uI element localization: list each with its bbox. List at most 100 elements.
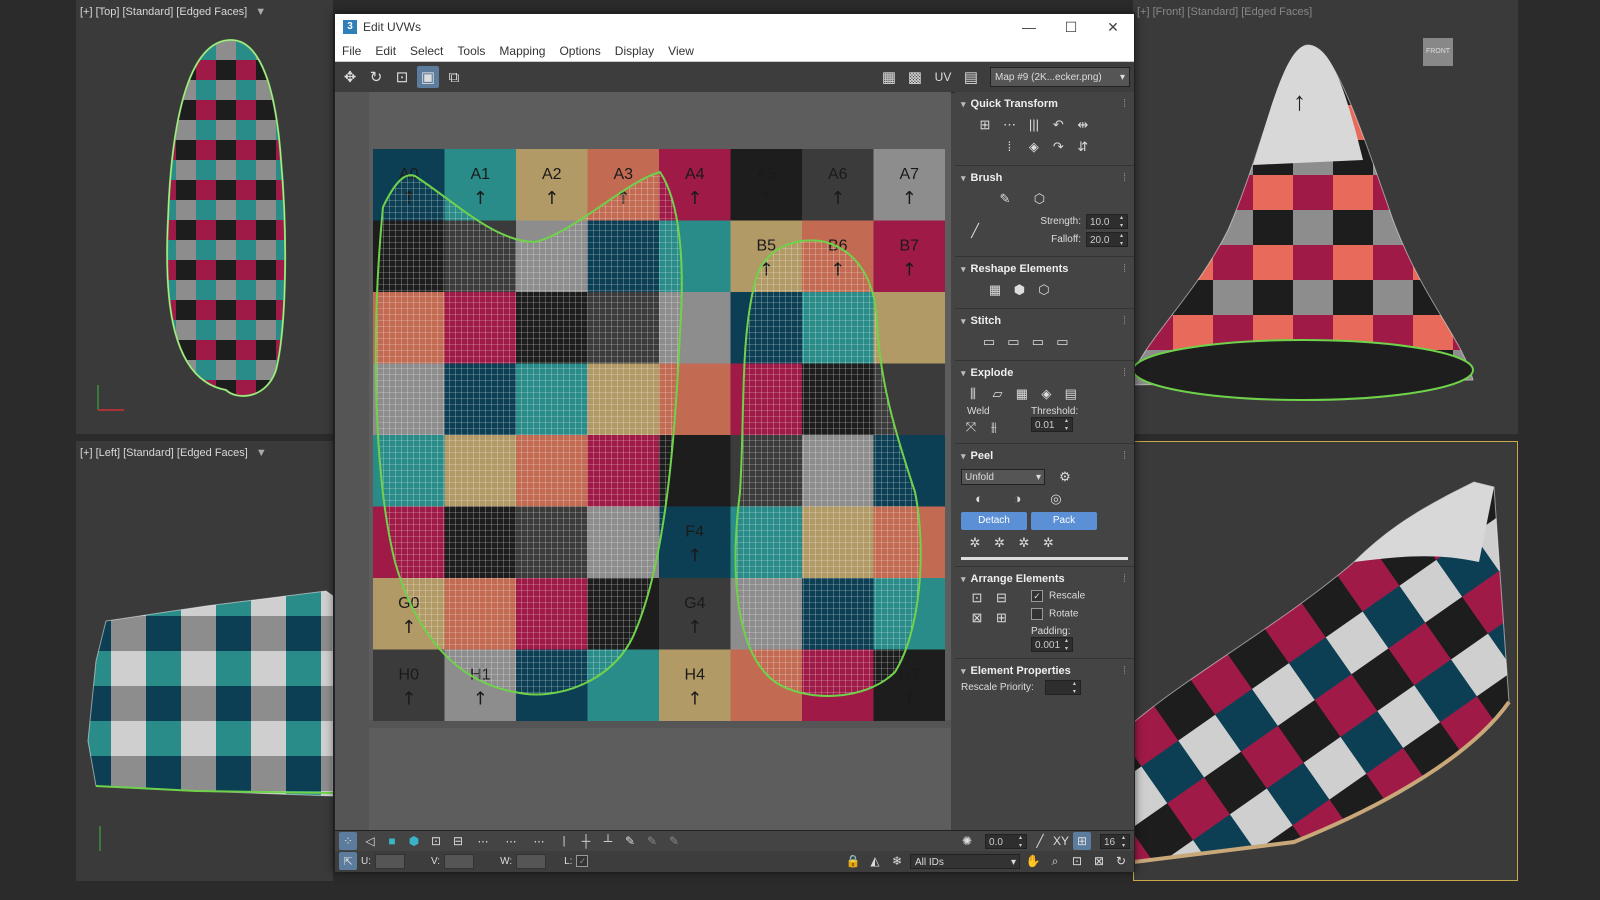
grid-snap-icon[interactable]: ⊞ (1073, 832, 1091, 850)
menu-options[interactable]: Options (552, 44, 607, 58)
menu-display[interactable]: Display (608, 44, 661, 58)
paint-add-icon[interactable]: ✎ (643, 832, 661, 850)
material-id-select[interactable]: All IDs (910, 853, 1020, 870)
ring-icon[interactable]: ⋯ (499, 832, 523, 850)
align-horizontal-icon[interactable]: ⋯ (999, 115, 1019, 135)
space-vertical-icon[interactable]: ⇵ (1073, 137, 1093, 157)
element-mode-icon[interactable]: ⬢ (405, 832, 423, 850)
peel-mode-icon[interactable]: ◑ (1007, 489, 1027, 509)
grid-spinner[interactable]: 16 (1100, 833, 1130, 850)
slash-icon[interactable]: ╱ (1031, 832, 1049, 850)
pack-normalize-icon[interactable]: ⊠ (967, 608, 987, 628)
rollout-title[interactable]: Element Properties (961, 662, 1128, 680)
rollout-title[interactable]: Stitch (961, 312, 1128, 330)
scale-icon[interactable]: ⊡ (391, 66, 413, 88)
rotate-checkbox[interactable] (1031, 608, 1043, 620)
split-icon[interactable]: | (555, 832, 573, 850)
align-vertical-icon[interactable]: ||| (1024, 115, 1044, 135)
falloff-spinner[interactable]: 20.0 (1086, 232, 1128, 248)
checker-grid-icon[interactable]: ▦ (878, 66, 900, 88)
angle-spinner[interactable]: 0.0 (984, 833, 1027, 850)
rollout-title[interactable]: Reshape Elements (961, 260, 1128, 278)
straighten-selection-icon[interactable]: ▦ (985, 280, 1005, 300)
align-center-icon[interactable]: ⁞ (999, 137, 1019, 157)
brush-stroke-icon[interactable]: ╱ (965, 221, 985, 241)
align-y-icon[interactable]: ┴ (599, 832, 617, 850)
relax-options-icon[interactable]: ⬡ (1034, 280, 1054, 300)
rollout-title[interactable]: Arrange Elements (961, 570, 1128, 588)
checker-display-icon[interactable]: ▩ (904, 66, 926, 88)
paint-remove-icon[interactable]: ✎ (665, 832, 683, 850)
hide-icon[interactable]: ◭ (866, 852, 884, 870)
menu-select[interactable]: Select (403, 44, 450, 58)
u-field[interactable] (375, 853, 405, 869)
stitch-source-icon[interactable]: ▭ (1003, 332, 1023, 352)
rotate-cw-icon[interactable]: ↷ (1048, 137, 1068, 157)
relax-icon[interactable]: ⬢ (1009, 280, 1029, 300)
window-titlebar[interactable]: 3 Edit UVWs — ☐ ✕ (335, 14, 1134, 40)
rescale-priority-spinner[interactable] (1044, 680, 1081, 696)
reset-peel-icon[interactable]: ◎ (1046, 489, 1066, 509)
stitch-target-icon[interactable]: ▭ (1052, 332, 1072, 352)
stitch-custom-icon[interactable]: ▭ (979, 332, 999, 352)
menu-mapping[interactable]: Mapping (492, 44, 552, 58)
l-checkbox[interactable]: ✓ (576, 855, 589, 867)
move-icon[interactable]: ✥ (339, 66, 361, 88)
rescale-checkbox[interactable]: ✓ (1031, 590, 1043, 602)
close-icon[interactable]: ✕ (1092, 19, 1134, 36)
rollout-title[interactable]: Explode (961, 364, 1128, 382)
xy-toggle[interactable]: XY (1053, 834, 1069, 848)
menu-tools[interactable]: Tools (450, 44, 492, 58)
weld-selected-icon[interactable]: ⤧ (961, 417, 981, 437)
uv-shell-upper[interactable] (374, 170, 683, 696)
straighten-icon[interactable]: ◈ (1024, 137, 1044, 157)
texture-icon[interactable]: ▤ (960, 66, 982, 88)
face-mode-icon[interactable]: ■ (383, 832, 401, 850)
pack-button[interactable]: Pack (1031, 512, 1097, 530)
select-pinned-icon[interactable]: ✲ (1038, 533, 1058, 553)
map-select[interactable]: Map #9 (2K...ecker.png) (990, 67, 1130, 88)
flatten-by-material-icon[interactable]: ◈ (1036, 384, 1056, 404)
rotate-ccw-icon[interactable]: ↶ (1048, 115, 1068, 135)
rollout-title[interactable]: Quick Transform (961, 95, 1128, 113)
pack-custom-icon[interactable]: ⊡ (967, 588, 987, 608)
viewport-perspective[interactable] (1133, 441, 1518, 881)
quick-peel-icon[interactable]: ◐ (969, 489, 989, 509)
unfold-select[interactable]: Unfold (961, 469, 1045, 486)
brush-relax-icon[interactable]: ⬡ (1029, 189, 1049, 209)
brush-paint-icon[interactable]: ✎ (995, 189, 1015, 209)
zoom-extents-icon[interactable]: ⊠ (1090, 852, 1108, 870)
flatten-custom-icon[interactable]: ▤ (1061, 384, 1081, 404)
space-horizontal-icon[interactable]: ⇹ (1073, 115, 1093, 135)
paint-select-icon[interactable]: ✎ (621, 832, 639, 850)
edge-mode-icon[interactable]: ◁ (361, 832, 379, 850)
rotate-icon[interactable]: ↻ (365, 66, 387, 88)
edge-select-icon[interactable]: ⋯ (527, 832, 551, 850)
pack-together-icon[interactable]: ⊟ (991, 588, 1011, 608)
rescale-elements-icon[interactable]: ⊞ (991, 608, 1011, 628)
vertex-mode-icon[interactable]: ⁘ (339, 832, 357, 850)
menu-edit[interactable]: Edit (368, 44, 403, 58)
uv-canvas[interactable]: A0↑A1↑A2↑A3↑A4↑A5↑A6↑A7↑B5↑B6↑B7↑F4↑G0↑G… (335, 92, 951, 830)
w-field[interactable] (516, 853, 547, 869)
loop-icon[interactable]: ⋯ (471, 832, 495, 850)
weld-target-icon[interactable]: ⫵ (984, 417, 1004, 437)
snap-icon[interactable]: ↻ (1112, 852, 1130, 870)
soft-selection-icon[interactable]: ✺ (958, 832, 976, 850)
threshold-spinner[interactable]: 0.01 (1031, 417, 1073, 433)
flatten-by-smoothing-icon[interactable]: ▦ (1012, 384, 1032, 404)
padding-spinner[interactable]: 0.001 (1031, 637, 1073, 653)
minimize-icon[interactable]: — (1008, 19, 1050, 36)
pin-icon[interactable]: ✲ (965, 533, 985, 553)
detach-button[interactable]: Detach (961, 512, 1027, 530)
pivot-icon[interactable]: ⊞ (975, 115, 995, 135)
align-x-icon[interactable]: ┼ (577, 832, 595, 850)
absolute-mode-icon[interactable]: ⇱ (339, 852, 357, 870)
menu-view[interactable]: View (661, 44, 701, 58)
grow-selection-icon[interactable]: ⊡ (427, 832, 445, 850)
detach-edge-icon[interactable]: ▱ (987, 384, 1007, 404)
rollout-title[interactable]: Brush (961, 169, 1128, 187)
zoom-region-icon[interactable]: ⊡ (1068, 852, 1086, 870)
strength-spinner[interactable]: 10.0 (1086, 214, 1128, 230)
stitch-average-icon[interactable]: ▭ (1028, 332, 1048, 352)
